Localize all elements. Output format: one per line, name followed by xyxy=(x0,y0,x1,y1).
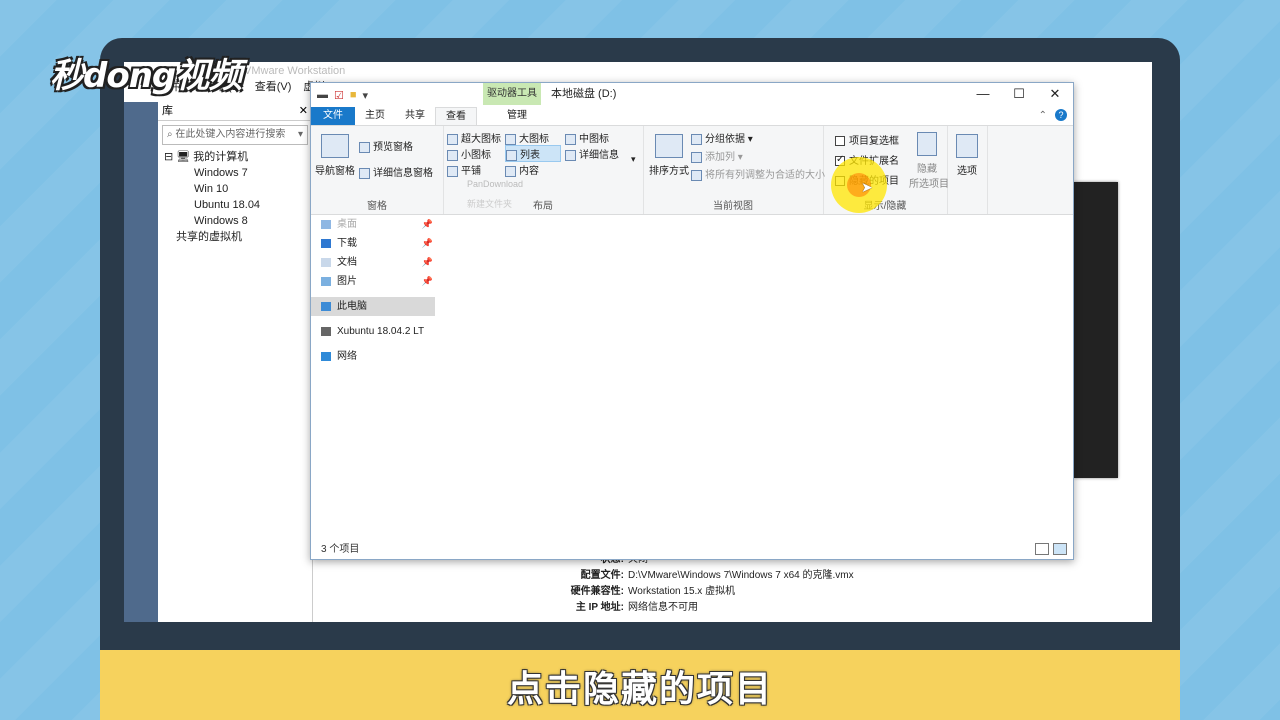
maximize-button[interactable]: ☐ xyxy=(1001,83,1037,105)
sort-by-button[interactable]: 排序方式 xyxy=(647,134,691,177)
size-columns-button[interactable]: 将所有列调整为合适的大小 xyxy=(691,166,825,181)
navigation-pane-button[interactable]: 导航窗格 xyxy=(315,134,355,177)
nav-item-pictures[interactable]: 图片 📌 xyxy=(311,272,435,291)
hide-icon xyxy=(917,132,937,156)
checkbox xyxy=(835,136,845,147)
close-icon[interactable]: ✕ xyxy=(299,102,308,120)
library-tree: ⊟ 🖥 我的计算机 Windows 7 Win 10 Ubuntu 18.04 … xyxy=(158,149,312,245)
library-header: 库 ✕ xyxy=(158,102,312,121)
window-controls: — ☐ ✕ xyxy=(965,83,1073,105)
add-columns-button[interactable]: 添加列 ▾ xyxy=(691,148,743,163)
pin-icon: 📌 xyxy=(421,276,433,286)
tab-share[interactable]: 共享 xyxy=(395,107,435,125)
sort-icon xyxy=(655,134,683,158)
layout-details[interactable]: 详细信息 xyxy=(565,146,619,161)
group-current-view: 排序方式 分组依据 ▾ 添加列 ▾ 将所有列调整为合适的大小 当前视图 xyxy=(643,126,825,214)
ribbon-controls: ⌃ ? xyxy=(1039,109,1067,121)
group-options: 选项 xyxy=(947,126,988,214)
details-pane-icon xyxy=(359,167,370,179)
layout-small-icons[interactable]: 小图标 xyxy=(447,146,491,161)
ghost-file-item: 新建文件夹 xyxy=(467,199,513,209)
ribbon-tabs: 文件 主页 共享 查看 管理 ⌃ ? xyxy=(311,107,1073,125)
file-explorer-window: ▬ ☑ ■ ▾ 驱动器工具 本地磁盘 (D:) — ☐ ✕ 文件 主页 共享 查… xyxy=(310,82,1074,560)
chevron-down-icon[interactable]: ▾ xyxy=(631,154,636,165)
contextual-tab-drive-tools: 驱动器工具 xyxy=(483,83,541,105)
tree-item-vm[interactable]: Windows 8 xyxy=(158,213,312,229)
preview-pane-button[interactable]: 预览窗格 xyxy=(359,138,413,153)
tree-item-vm[interactable]: Windows 7 xyxy=(158,165,312,181)
folder-icon[interactable]: ■ xyxy=(350,89,357,101)
preview-pane-icon xyxy=(359,141,370,153)
vm-detail-row: 配置文件: D:\VMware\Windows 7\Windows 7 x64 的… xyxy=(580,570,854,581)
vm-detail-row: 主 IP 地址: 网络信息不可用 xyxy=(575,602,698,613)
ribbon-view: 导航窗格 预览窗格 详细信息窗格 窗格 超大图标 大图标 中图标 小图标 列表 … xyxy=(311,125,1073,215)
layout-large-icons[interactable]: 大图标 xyxy=(505,130,549,145)
nav-item-documents[interactable]: 文档 📌 xyxy=(311,253,435,272)
close-button[interactable]: ✕ xyxy=(1037,83,1073,105)
drive-icon[interactable]: ▬ xyxy=(317,89,328,101)
minimize-button[interactable]: — xyxy=(965,83,1001,105)
group-label: 窗格 xyxy=(367,201,387,212)
layout-content[interactable]: 内容 xyxy=(505,162,539,177)
subtitle-caption: 点击隐藏的项目 xyxy=(506,669,773,710)
group-panes: 导航窗格 预览窗格 详细信息窗格 窗格 xyxy=(311,126,444,214)
layout-medium-icons[interactable]: 中图标 xyxy=(565,130,609,145)
large-icons-view-icon[interactable] xyxy=(1053,543,1067,555)
tree-item-shared[interactable]: 共享的虚拟机 xyxy=(158,229,312,245)
nav-item-desktop[interactable]: 桌面 📌 xyxy=(311,215,435,234)
tab-file[interactable]: 文件 xyxy=(311,107,355,125)
tab-home[interactable]: 主页 xyxy=(355,107,395,125)
item-checkboxes-toggle[interactable]: 项目复选框 xyxy=(835,132,899,147)
title-bar: ▬ ☑ ■ ▾ 驱动器工具 本地磁盘 (D:) — ☐ ✕ xyxy=(311,83,1073,107)
details-view-icon[interactable] xyxy=(1035,543,1049,555)
chevron-down-icon[interactable]: ▾ xyxy=(363,89,369,102)
group-label: 当前视图 xyxy=(713,201,753,212)
tree-item-my-computer[interactable]: ⊟ 🖥 我的计算机 xyxy=(158,149,312,165)
hide-selected-button[interactable]: 隐藏 所选项目 xyxy=(909,132,949,190)
collapse-ribbon-icon[interactable]: ⌃ xyxy=(1039,110,1047,121)
chevron-down-icon[interactable]: ▾ xyxy=(298,126,303,144)
menu-view[interactable]: 查看(V) xyxy=(255,78,292,96)
tree-item-vm[interactable]: Win 10 xyxy=(158,181,312,197)
layout-tiles[interactable]: 平铺 xyxy=(447,162,481,177)
quick-access-toolbar: ▬ ☑ ■ ▾ xyxy=(311,89,368,102)
watermark-logo: 秒dong视频 xyxy=(50,56,242,96)
status-bar-count: 3 个项目 xyxy=(321,544,360,555)
library-title: 库 xyxy=(162,105,173,117)
tree-item-vm[interactable]: Ubuntu 18.04 xyxy=(158,197,312,213)
tab-manage[interactable]: 管理 xyxy=(497,107,537,125)
search-placeholder: 在此处键入内容进行搜索 xyxy=(175,129,286,140)
details-pane-button[interactable]: 详细信息窗格 xyxy=(359,164,433,179)
cursor-icon: ➤ xyxy=(861,179,873,195)
pin-icon: 📌 xyxy=(421,257,433,267)
ghost-file-item: PanDownload xyxy=(467,179,524,189)
nav-item-network[interactable]: 网络 xyxy=(311,347,435,366)
window-title: 本地磁盘 (D:) xyxy=(551,88,617,100)
nav-item-this-pc[interactable]: 此电脑 xyxy=(311,297,435,316)
properties-icon[interactable]: ☑ xyxy=(334,89,344,102)
options-button[interactable]: 选项 xyxy=(951,134,983,177)
layout-list[interactable]: 列表 xyxy=(505,145,561,162)
library-search-input[interactable]: ⌕ 在此处键入内容进行搜索 ▾ xyxy=(162,125,308,145)
vm-preview-thumbnail xyxy=(1074,182,1118,478)
tab-view[interactable]: 查看 xyxy=(435,107,477,125)
nav-item-downloads[interactable]: 下载 📌 xyxy=(311,234,435,253)
vm-detail-row: 硬件兼容性: Workstation 15.x 虚拟机 xyxy=(570,586,736,597)
navigation-pane-icon xyxy=(321,134,349,158)
pin-icon: 📌 xyxy=(421,219,433,229)
search-icon: ⌕ xyxy=(167,129,173,140)
help-icon[interactable]: ? xyxy=(1055,109,1067,121)
vmware-side-strip xyxy=(124,102,158,622)
navigation-pane: 桌面 📌 下载 📌 文档 📌 图片 📌 此电脑 Xubuntu 18.04.2 LT 网… xyxy=(311,215,435,535)
vmware-library: 库 ✕ ⌕ 在此处键入内容进行搜索 ▾ ⊟ 🖥 我的计算机 Windows 7 … xyxy=(158,102,313,622)
layout-extra-large-icons[interactable]: 超大图标 xyxy=(447,130,501,145)
nav-item-xubuntu[interactable]: Xubuntu 18.04.2 LT xyxy=(311,322,435,341)
vm-details: 状态:关闭 配置文件:D:\VMware\Windows 7\Windows 7… xyxy=(554,552,854,616)
pin-icon: 📌 xyxy=(421,238,433,248)
view-toggle-buttons xyxy=(1035,543,1067,555)
group-by-button[interactable]: 分组依据 ▾ xyxy=(691,130,753,145)
options-icon xyxy=(956,134,978,158)
